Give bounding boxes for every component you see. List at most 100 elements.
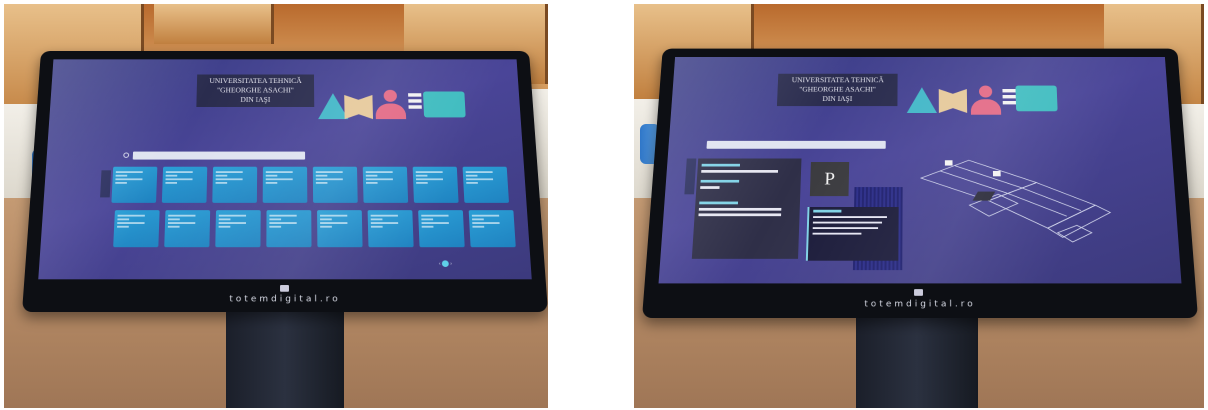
tile-text: [315, 174, 328, 177]
university-title: UNIVERSITATEA TEHNICĂ "GHEORGHE ASACHI" …: [196, 74, 315, 107]
tile-text: [415, 174, 428, 177]
tile-text: [165, 178, 193, 181]
tile-text: [320, 218, 332, 221]
pagination-next[interactable]: ›: [450, 261, 452, 267]
tile-text: [115, 181, 127, 184]
category-tile[interactable]: [362, 166, 409, 203]
tile-text: [165, 174, 178, 177]
title-line: UNIVERSITATEA TEHNICĂ: [791, 76, 884, 84]
kiosk-screen: UNIVERSITATEA TEHNICĂ "GHEORGHE ASACHI" …: [38, 59, 532, 280]
tile-text: [421, 214, 449, 217]
tile-text: [269, 225, 282, 228]
tile-text: [269, 222, 297, 224]
pagination-prev[interactable]: ‹: [439, 261, 441, 267]
category-tile[interactable]: [312, 166, 358, 203]
category-tile[interactable]: [462, 166, 510, 203]
home-icon[interactable]: [280, 285, 289, 292]
tile-text: [218, 218, 231, 221]
title-line: "GHEORGHE ASACHI": [799, 85, 876, 94]
tile-text: [315, 171, 343, 173]
tile-text: [466, 178, 494, 181]
tile-text: [115, 171, 143, 173]
tile-text: [165, 171, 193, 173]
panel-heading: [701, 163, 741, 167]
tile-text: [167, 222, 196, 224]
panel-text: [698, 213, 782, 217]
logo-person-icon: [970, 85, 1002, 115]
pagination[interactable]: ‹ ›: [439, 260, 452, 267]
tile-text: [218, 225, 231, 228]
tile-text: [269, 218, 282, 221]
side-toolbar[interactable]: [684, 158, 697, 195]
category-tile[interactable]: [212, 166, 258, 203]
panel-text: [812, 221, 883, 224]
tile-text: [117, 225, 129, 228]
side-toolbar[interactable]: [100, 170, 112, 198]
panel-heading: [813, 209, 842, 213]
pagination-current[interactable]: [441, 260, 449, 267]
category-tile[interactable]: [164, 210, 211, 248]
panel-text: [812, 232, 862, 235]
tile-text: [265, 181, 278, 184]
panel-text: [812, 227, 879, 230]
search-input[interactable]: [132, 151, 306, 160]
tile-text: [465, 174, 478, 177]
panel-text: [700, 186, 720, 189]
tile-text: [421, 222, 449, 224]
tile-text: [165, 181, 178, 184]
panel-heading: [700, 179, 740, 183]
tile-text: [472, 225, 485, 228]
tile-text: [167, 225, 180, 228]
floor-plan-map[interactable]: [911, 151, 1117, 251]
tile-text: [215, 181, 228, 184]
tile-text: [320, 225, 332, 228]
logo-book-icon: [344, 95, 373, 119]
home-icon[interactable]: [914, 289, 923, 296]
tile-text: [365, 174, 378, 177]
tile-text: [421, 218, 434, 221]
logo-list-icon: [408, 93, 422, 115]
logo-book-icon: [939, 89, 967, 113]
tile-text: [215, 178, 243, 181]
search-icon[interactable]: [123, 152, 130, 158]
tile-text: [115, 174, 128, 177]
logo-triangle-icon: [906, 87, 937, 113]
tile-text: [466, 181, 478, 184]
tile-text: [117, 218, 130, 221]
tile-text: [315, 178, 343, 181]
tile-text: [471, 214, 500, 217]
category-tile[interactable]: [468, 210, 516, 248]
tile-text: [265, 171, 293, 173]
tile-text: [215, 174, 228, 177]
tile-text: [315, 181, 328, 184]
tile-text: [115, 178, 143, 181]
tile-text: [370, 218, 383, 221]
category-tile[interactable]: [262, 166, 308, 203]
category-tile[interactable]: [317, 210, 363, 248]
tile-text: [265, 178, 293, 181]
category-tile[interactable]: [113, 210, 160, 248]
panel-text: [701, 170, 779, 173]
tile-text: [265, 174, 278, 177]
title-line: DIN IAŞI: [240, 95, 271, 104]
category-tile[interactable]: [111, 166, 158, 203]
category-tile[interactable]: [412, 166, 459, 203]
category-tile[interactable]: [215, 210, 261, 248]
tile-text: [421, 225, 434, 228]
tile-text: [215, 171, 243, 173]
category-tile[interactable]: [418, 210, 465, 248]
kiosk-photo-left: UNIVERSITATEA TEHNICĂ "GHEORGHE ASACHI" …: [4, 4, 548, 408]
map-marker-icon: [992, 170, 1001, 177]
logo-bubble-icon: [423, 91, 466, 118]
category-tile[interactable]: [161, 166, 208, 203]
tile-text: [365, 181, 378, 184]
tile-text: [320, 222, 348, 224]
category-tile[interactable]: [266, 210, 312, 248]
panel-heading: [699, 201, 739, 205]
tile-text: [117, 214, 145, 217]
room-info-panel: [691, 158, 802, 259]
category-tile[interactable]: [367, 210, 414, 248]
tile-text: [472, 218, 484, 221]
tile-text: [365, 171, 393, 173]
tile-text: [218, 222, 246, 224]
